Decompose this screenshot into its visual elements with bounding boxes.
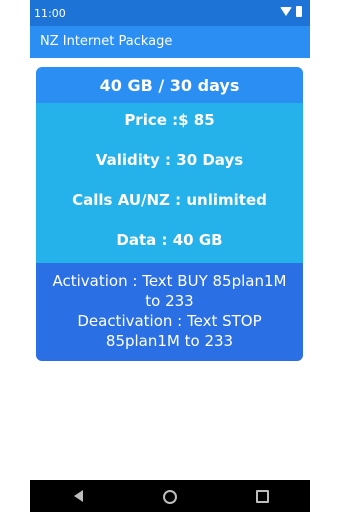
activation-text: Activation : Text BUY 85plan1M to 233	[52, 272, 287, 310]
home-icon[interactable]	[163, 490, 177, 504]
navigation-bar	[30, 480, 310, 512]
status-icons	[280, 6, 302, 17]
wifi-icon	[280, 7, 292, 16]
price-label: Price :$ 85	[124, 111, 215, 129]
calls-label: Calls AU/NZ : unlimited	[72, 191, 267, 209]
data-label: Data : 40 GB	[116, 231, 223, 249]
package-instructions: Activation : Text BUY 85plan1M to 233 De…	[36, 263, 303, 361]
package-card: 40 GB / 30 days Price :$ 85 Validity : 3…	[36, 67, 303, 361]
deactivation-text: Deactivation : Text STOP 85plan1M to 233	[77, 312, 262, 350]
app-bar: NZ Internet Package	[30, 26, 310, 58]
package-header: 40 GB / 30 days	[36, 67, 303, 103]
phone-screen: 11:00 NZ Internet Package 40 GB / 30 day…	[30, 0, 310, 512]
recents-icon[interactable]	[256, 490, 269, 503]
validity-label: Validity : 30 Days	[95, 151, 244, 169]
app-title: NZ Internet Package	[40, 34, 173, 49]
status-time: 11:00	[34, 7, 66, 20]
back-icon[interactable]	[74, 490, 83, 502]
status-bar: 11:00	[30, 0, 310, 26]
battery-icon	[296, 6, 302, 17]
package-details: Price :$ 85 Validity : 30 Days Calls AU/…	[36, 103, 303, 263]
